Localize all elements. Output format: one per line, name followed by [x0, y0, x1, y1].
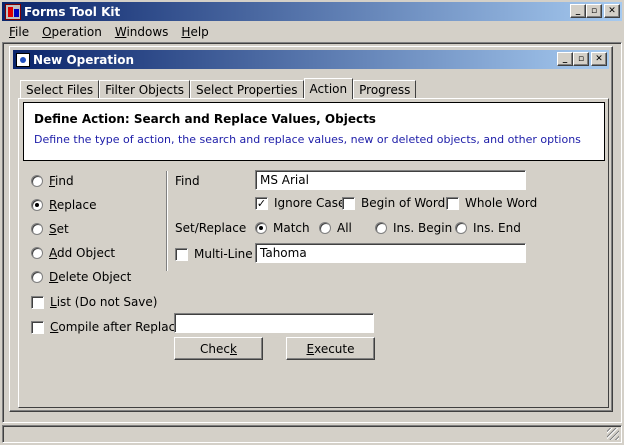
tab-select-files[interactable]: Select Files: [20, 80, 100, 99]
checkbox-ignore-case[interactable]: ✓ Ignore Case.: [255, 196, 349, 210]
check-button[interactable]: Chec k: [174, 337, 263, 360]
action-header-title: Define Action: Search and Replace Values…: [34, 112, 376, 126]
radio-find[interactable]: Find: [31, 174, 74, 188]
checkbox-begin-of-word[interactable]: Begin of Word: [342, 196, 445, 210]
radio-delete-object-indicator[interactable]: [31, 271, 43, 283]
find-label: Find: [175, 174, 200, 188]
action-header: Define Action: Search and Replace Values…: [23, 102, 605, 161]
radio-set[interactable]: Set: [31, 222, 69, 236]
operation-icon[interactable]: [16, 52, 30, 67]
radio-delete-object[interactable]: Delete Object: [31, 270, 131, 284]
resize-grip-icon[interactable]: [607, 428, 619, 440]
child-title: New Operation: [33, 52, 135, 67]
radio-replace-indicator[interactable]: [31, 199, 43, 211]
checkbox-begin-of-word-box[interactable]: [342, 196, 355, 210]
menu-help[interactable]: Help: [174, 25, 214, 39]
checkbox-multi-line-box[interactable]: [175, 247, 188, 261]
checkbox-ignore-case-box[interactable]: ✓: [255, 196, 268, 210]
checkbox-whole-word-box[interactable]: [446, 196, 459, 210]
radio-ins-end[interactable]: Ins. End: [455, 221, 521, 235]
execute-button[interactable]: Execute: [286, 337, 375, 360]
checkbox-compile[interactable]: Compile after Replace: [31, 320, 183, 334]
minimize-icon[interactable]: _: [570, 4, 586, 18]
tab-action[interactable]: Action: [303, 78, 354, 99]
new-operation-window: New Operation _ ▫ ✕ Select Files Filter …: [9, 46, 613, 412]
replace-input[interactable]: Tahoma: [255, 243, 526, 263]
status-bar: [2, 425, 622, 443]
compile-input[interactable]: [174, 313, 374, 333]
app-title: Forms Tool Kit: [24, 4, 121, 19]
menu-operation[interactable]: Operation: [35, 25, 108, 39]
action-tab-panel: Define Action: Search and Replace Values…: [18, 98, 609, 408]
radio-match-indicator[interactable]: [255, 222, 267, 234]
child-title-bar[interactable]: New Operation _ ▫ ✕: [13, 50, 609, 69]
radio-add-object-indicator[interactable]: [31, 247, 43, 259]
menu-bar: File Operation Windows Help: [2, 22, 622, 41]
radio-all-indicator[interactable]: [319, 222, 331, 234]
close-icon[interactable]: ✕: [604, 4, 620, 18]
radio-ins-end-indicator[interactable]: [455, 222, 467, 234]
tab-filter-objects[interactable]: Filter Objects: [99, 80, 191, 99]
checkbox-compile-box[interactable]: [31, 320, 44, 334]
checkbox-list[interactable]: List (Do not Save): [31, 295, 157, 309]
menu-file[interactable]: File: [2, 25, 35, 39]
maximize-icon[interactable]: ▫: [586, 4, 602, 18]
radio-set-indicator[interactable]: [31, 223, 43, 235]
checkbox-multi-line[interactable]: Multi-Line: [175, 247, 253, 261]
child-minimize-icon[interactable]: _: [557, 52, 573, 66]
tab-select-properties[interactable]: Select Properties: [190, 80, 304, 99]
menu-windows[interactable]: Windows: [108, 25, 175, 39]
find-input[interactable]: MS Arial: [255, 170, 526, 190]
tab-progress[interactable]: Progress: [353, 80, 417, 99]
radio-ins-begin-indicator[interactable]: [375, 222, 387, 234]
vertical-separator: [166, 171, 168, 271]
radio-find-indicator[interactable]: [31, 175, 43, 187]
radio-match[interactable]: Match: [255, 221, 310, 235]
radio-ins-begin[interactable]: Ins. Begin: [375, 221, 452, 235]
set-replace-label: Set/Replace: [175, 221, 247, 235]
action-header-description: Define the type of action, the search an…: [34, 133, 581, 146]
checkbox-list-box[interactable]: [31, 295, 44, 309]
radio-all[interactable]: All: [319, 221, 352, 235]
tab-strip: Select Files Filter Objects Select Prope…: [20, 77, 417, 99]
child-maximize-icon[interactable]: ▫: [573, 52, 589, 66]
radio-add-object[interactable]: Add Object: [31, 246, 115, 260]
checkbox-whole-word[interactable]: Whole Word: [446, 196, 537, 210]
mdi-client-area: New Operation _ ▫ ✕ Select Files Filter …: [2, 42, 622, 423]
radio-replace[interactable]: Replace: [31, 198, 96, 212]
app-icon[interactable]: [5, 3, 21, 20]
child-close-icon[interactable]: ✕: [591, 52, 607, 66]
app-title-bar[interactable]: Forms Tool Kit _ ▫ ✕: [2, 2, 622, 21]
